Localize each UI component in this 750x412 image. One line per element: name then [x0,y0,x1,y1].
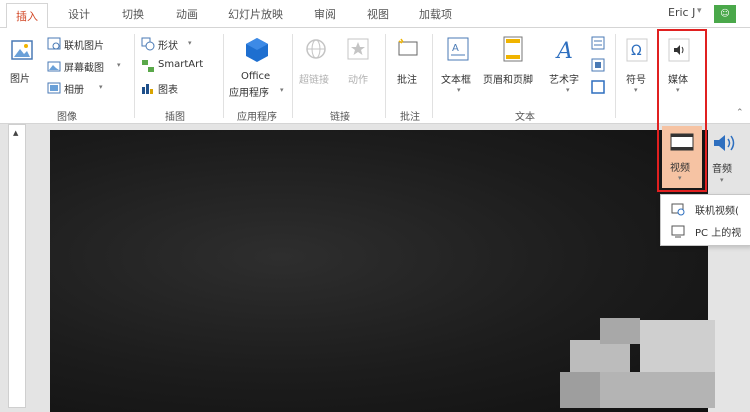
comment-icon [398,38,418,56]
apps-group-label: 应用程序 [237,112,277,123]
screenshot-icon [47,61,61,72]
smartart-label: SmartArt [158,59,204,70]
online-video-label: 联机视频( [695,206,739,217]
images-group-label: 图像 [57,112,77,123]
smartart-icon [142,60,154,72]
tab-insert[interactable]: 插入 [6,3,48,29]
ribbon-tab-bar: 插入 设计 切换 动画 幻灯片放映 审阅 视图 加载项 Eric J ▾ ☺ [0,0,750,29]
omega-icon: Ω [626,38,648,62]
tab-animations[interactable]: 动画 [176,6,198,22]
textbox-chevron-down-icon: ▾ [457,86,461,94]
slide-number-icon [591,58,605,72]
collapse-ribbon-chevron-up-icon[interactable]: ⌃ [736,108,744,118]
album-chevron-down-icon: ▾ [99,83,103,91]
header-footer-label: 页眉和页脚 [483,75,533,86]
illustrations-group-label: 插图 [165,112,185,123]
tab-design[interactable]: 设计 [68,6,90,22]
album-label: 相册 [64,85,84,96]
media-highlight-box [657,29,707,192]
comments-group-label: 批注 [400,112,420,123]
text-group-label: 文本 [515,112,535,123]
shapes-icon [141,37,155,51]
scroll-up-arrow-icon[interactable]: ▲ [13,129,18,137]
picture-icon [11,40,33,60]
picture-label: 图片 [10,74,30,85]
group-divider [615,34,616,118]
audio-speaker-icon [714,135,735,151]
screenshot-chevron-down-icon: ▾ [117,61,121,69]
pixelated-watermark [600,372,715,408]
date-time-icon [591,36,605,50]
symbol-label: 符号 [626,75,646,86]
svg-text:A: A [452,43,459,54]
tab-slideshow[interactable]: 幻灯片放映 [228,6,283,22]
user-menu-chevron-icon[interactable]: ▾ [697,6,702,16]
office-apps-chevron-down-icon: ▾ [280,86,284,94]
album-icon [47,82,61,94]
tab-view[interactable]: 视图 [367,6,389,22]
header-footer-icon [503,36,523,62]
tab-review[interactable]: 审阅 [314,6,336,22]
svg-text:Ω: Ω [631,43,642,59]
group-divider [432,34,433,118]
pixelated-watermark [560,372,600,408]
online-picture-label: 联机图片 [64,41,104,52]
office-apps-label-1: Office [241,71,271,82]
audio-label: 音频 [712,164,732,175]
group-divider [223,34,224,118]
office-store-icon [246,38,268,62]
wordart-icon: A [555,39,573,62]
slide-panel-scrollbar[interactable]: ▲ [8,124,26,408]
group-divider [134,34,135,118]
pc-video-icon [671,225,685,238]
comment-label: 批注 [397,75,417,86]
online-video-icon [671,203,685,216]
hyperlink-label: 超链接 [299,75,329,86]
office-apps-label-2: 应用程序 [229,88,269,99]
menu-item-pc-video[interactable]: PC 上的视 [661,220,750,242]
online-picture-icon [47,37,61,50]
chart-icon [142,84,153,94]
pixelated-watermark [640,320,715,376]
shapes-chevron-down-icon: ▾ [188,39,192,47]
globe-link-icon [306,39,326,59]
object-icon [591,80,605,94]
pixelated-watermark [600,318,640,344]
menu-item-online-video[interactable]: 联机视频( [661,198,750,220]
wordart-label: 艺术字 [549,75,579,86]
group-divider [292,34,293,118]
wordart-chevron-down-icon: ▾ [566,86,570,94]
user-name[interactable]: Eric J [668,6,695,19]
pixelated-watermark [570,340,630,374]
audio-chevron-down-icon: ▾ [720,176,724,184]
shapes-label: 形状 [158,41,178,52]
group-divider [385,34,386,118]
links-group-label: 链接 [330,112,350,123]
textbox-icon: A [447,37,469,61]
avatar[interactable]: ☺ [714,5,736,23]
symbol-chevron-down-icon: ▾ [634,86,638,94]
pc-video-label: PC 上的视 [695,228,742,239]
svg-text:A: A [555,39,573,62]
tab-transitions[interactable]: 切换 [122,6,144,22]
ribbon: 图片 联机图片 屏幕截图 ▾ 相册 ▾ 图像 形状 ▾ SmartArt 图表 … [0,28,750,124]
chart-label: 图表 [158,85,178,96]
textbox-label: 文本框 [441,75,471,86]
video-dropdown-menu: 联机视频( PC 上的视 [660,194,750,246]
action-label: 动作 [348,75,368,86]
screenshot-label: 屏幕截图 [64,63,104,74]
star-action-icon [347,38,369,60]
tab-addins[interactable]: 加载项 [419,6,452,22]
